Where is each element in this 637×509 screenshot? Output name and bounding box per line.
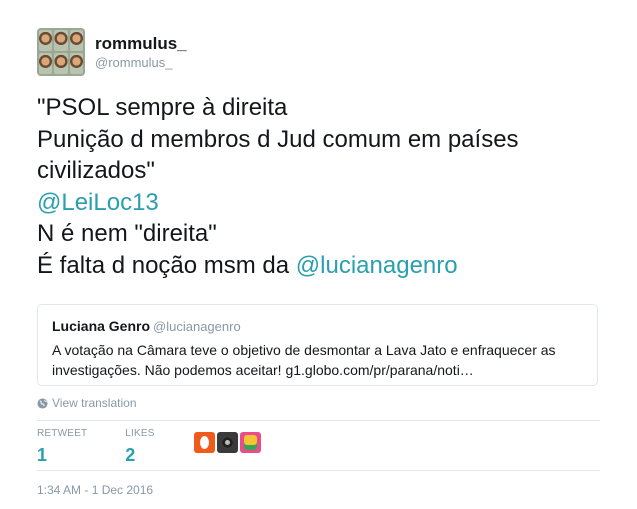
tweet-line: @LeiLoc13 bbox=[37, 187, 617, 219]
mention-link[interactable]: @lucianagenro bbox=[296, 252, 458, 279]
divider bbox=[37, 470, 600, 471]
tweet-text: "PSOL sempre à direita Punição d membros… bbox=[37, 92, 617, 281]
tweet-line: N é nem "direita" bbox=[37, 220, 217, 247]
avatar-face bbox=[69, 30, 83, 51]
tweet-line: Punição d membros d Jud comum em países bbox=[37, 125, 519, 153]
avatar-face bbox=[54, 30, 68, 51]
avatar-face bbox=[69, 53, 83, 74]
globe-icon bbox=[37, 397, 48, 409]
view-translation-link[interactable]: View translation bbox=[37, 396, 137, 410]
author-handle[interactable]: @rommulus_ bbox=[95, 55, 187, 71]
quoted-tweet-header: Luciana Genro @lucianagenro bbox=[52, 317, 583, 336]
likes-count: 2 bbox=[125, 445, 136, 465]
quoted-tweet[interactable]: Luciana Genro @lucianagenro A votação na … bbox=[37, 304, 598, 386]
tweet-stats: RETWEET 1 LIKES 2 bbox=[37, 428, 263, 466]
view-translation-label: View translation bbox=[52, 396, 137, 410]
tweet-header: rommulus_ @rommulus_ bbox=[37, 28, 187, 76]
orange-egg-avatar[interactable] bbox=[193, 432, 215, 453]
tweet-line: civilizados" bbox=[37, 157, 155, 184]
quoted-author-name: Luciana Genro bbox=[52, 318, 151, 334]
tweet-line: "PSOL sempre à direita bbox=[37, 94, 288, 121]
tweet-line-text: É falta d noção msm da bbox=[37, 251, 296, 279]
tweet-timestamp[interactable]: 1:34 AM - 1 Dec 2016 bbox=[37, 483, 153, 497]
author-avatar[interactable] bbox=[37, 28, 85, 76]
tweet-line: É falta d noção msm da @lucianagenro bbox=[37, 250, 617, 282]
retweet-label: RETWEET bbox=[37, 428, 88, 439]
likes-stat[interactable]: LIKES 2 bbox=[125, 428, 154, 466]
avatar-face bbox=[39, 53, 53, 74]
avatar-face bbox=[54, 53, 68, 74]
retweet-stat[interactable]: RETWEET 1 bbox=[37, 428, 87, 466]
author-names: rommulus_ @rommulus_ bbox=[95, 34, 187, 71]
likes-label: LIKES bbox=[125, 428, 155, 439]
divider bbox=[37, 420, 600, 421]
retweet-count: 1 bbox=[37, 445, 48, 465]
quoted-tweet-text: A votação na Câmara teve o objetivo de d… bbox=[52, 342, 556, 378]
author-name[interactable]: rommulus_ bbox=[95, 34, 187, 54]
colorful-art-avatar[interactable] bbox=[239, 432, 261, 453]
likers-avatars bbox=[193, 432, 263, 453]
camera-avatar[interactable] bbox=[216, 432, 238, 453]
avatar-face bbox=[39, 30, 53, 51]
mention-link[interactable]: @LeiLoc13 bbox=[37, 189, 159, 216]
quoted-author-handle: @lucianagenro bbox=[153, 319, 241, 334]
